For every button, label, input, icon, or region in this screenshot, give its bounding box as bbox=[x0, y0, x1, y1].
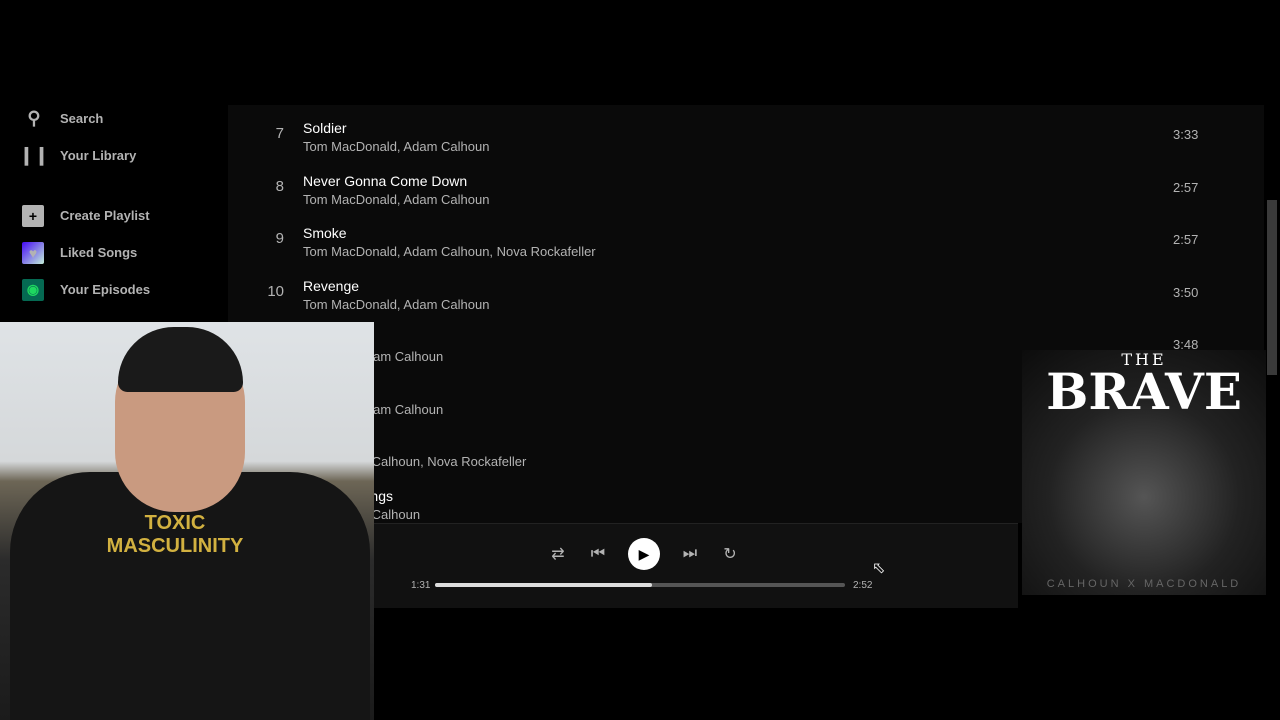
sidebar-item-create-playlist[interactable]: + Create Playlist bbox=[0, 197, 228, 234]
person-cap bbox=[118, 327, 243, 392]
track-artists[interactable]: Tom MacDonald, Adam Calhoun bbox=[303, 297, 489, 312]
track-artists[interactable]: Tom MacDonald, Adam Calhoun bbox=[303, 139, 489, 154]
track-number: 9 bbox=[275, 230, 284, 247]
track-number: 8 bbox=[275, 177, 284, 195]
track-title[interactable]: Soldier bbox=[303, 120, 347, 136]
sidebar-item-label: Your Library bbox=[60, 148, 137, 163]
sidebar-item-label: Search bbox=[60, 111, 104, 126]
track-row[interactable]: 9 Smoke Tom MacDonald, Adam Calhoun, Nov… bbox=[228, 210, 1228, 262]
scrollbar[interactable] bbox=[1267, 200, 1277, 375]
album-art-artists: CALHOUN X MACDONALD bbox=[1046, 578, 1242, 590]
progress-fill bbox=[435, 583, 653, 587]
track-duration: 3:50 bbox=[1173, 284, 1199, 300]
track-artists[interactable]: Tom MacDonald, Adam Calhoun bbox=[303, 192, 489, 207]
sidebar-item-label: Create Playlist bbox=[60, 208, 150, 223]
sidebar-item-your-episodes[interactable]: ◉ Your Episodes bbox=[0, 271, 228, 308]
search-icon: ⚲ bbox=[27, 108, 41, 128]
play-button[interactable]: ▶ bbox=[628, 538, 660, 570]
elapsed-time: 1:31 bbox=[411, 580, 431, 591]
podcast-icon: ◉ bbox=[22, 278, 44, 301]
track-duration: 2:57 bbox=[1173, 232, 1199, 247]
progress-bar[interactable] bbox=[435, 583, 845, 587]
sidebar-item-label: Liked Songs bbox=[60, 245, 138, 260]
sidebar: ⚲ Search ❙❙ Your Library + Create Playlist … bbox=[0, 100, 228, 325]
track-artists[interactable]: Tom MacDonald, Adam Calhoun, Nova Rockaf… bbox=[303, 244, 596, 259]
sidebar-item-liked-songs[interactable]: ♥ Liked Songs bbox=[0, 234, 228, 271]
track-row[interactable]: 7 Soldier Tom MacDonald, Adam Calhoun 3:… bbox=[228, 105, 1228, 157]
track-title[interactable]: Smoke bbox=[303, 225, 347, 241]
library-icon: ❙❙ bbox=[18, 145, 50, 165]
track-row[interactable]: 10 Revenge Tom MacDonald, Adam Calhoun 3… bbox=[228, 263, 1228, 315]
track-number: 7 bbox=[275, 125, 284, 142]
repeat-icon[interactable]: ↻ bbox=[720, 544, 740, 564]
sidebar-item-label: Your Episodes bbox=[60, 282, 151, 297]
next-icon[interactable]: ⏭ bbox=[680, 545, 700, 563]
track-title[interactable]: Revenge bbox=[303, 278, 359, 294]
track-duration: 3:33 bbox=[1173, 127, 1199, 142]
plus-icon: + bbox=[22, 204, 44, 227]
track-duration: 2:57 bbox=[1173, 179, 1199, 195]
album-art: THE BRAVE CALHOUN X MACDONALD bbox=[1022, 350, 1266, 595]
previous-icon[interactable]: ⏮ bbox=[588, 545, 608, 563]
mouse-cursor-icon: ⬁ bbox=[872, 560, 886, 577]
sidebar-item-library[interactable]: ❙❙ Your Library bbox=[0, 137, 228, 174]
album-art-title: BRAVE bbox=[1046, 362, 1242, 421]
track-number: 10 bbox=[267, 282, 284, 300]
shuffle-icon[interactable]: ⇄ bbox=[548, 544, 568, 564]
track-title[interactable]: Never Gonna Come Down bbox=[303, 173, 467, 189]
total-time: 2:52 bbox=[853, 580, 873, 591]
shirt-print: TOXIC MASCULINITY bbox=[106, 512, 244, 557]
sidebar-item-search[interactable]: ⚲ Search bbox=[0, 100, 228, 137]
webcam-overlay: TOXIC MASCULINITY bbox=[0, 322, 374, 720]
track-row[interactable]: 8 Never Gonna Come Down Tom MacDonald, A… bbox=[228, 158, 1228, 210]
heart-icon: ♥ bbox=[22, 241, 44, 264]
